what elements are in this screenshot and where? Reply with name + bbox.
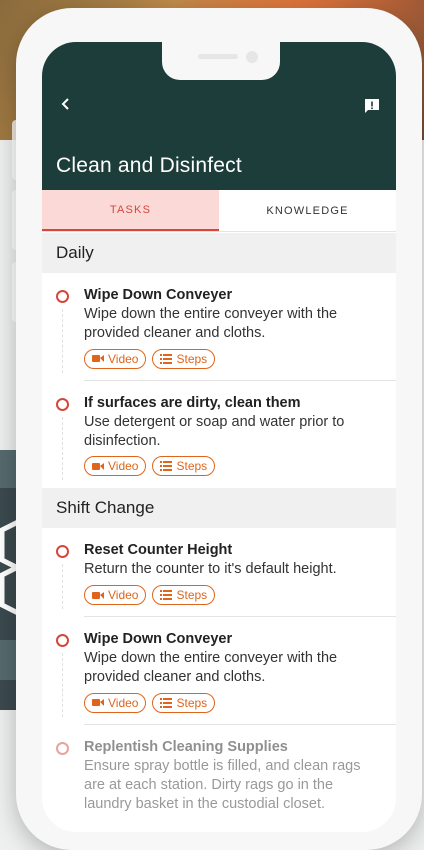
task-checkbox[interactable] <box>56 397 69 411</box>
video-chip[interactable]: Video <box>84 585 147 606</box>
video-camera-icon <box>92 591 104 599</box>
steps-label: Steps <box>176 351 208 366</box>
task-description: Return the counter to it's default heigh… <box>84 561 337 578</box>
camera <box>246 51 258 63</box>
page-title: Clean and Disinfect <box>56 154 242 177</box>
video-label: Video <box>108 351 139 366</box>
task-name: Wipe Down Conveyer <box>84 287 233 303</box>
task-checkbox[interactable] <box>56 545 69 559</box>
speaker <box>198 54 238 59</box>
task-item[interactable]: Reset Counter Height Return the counter … <box>42 528 396 618</box>
steps-label: Steps <box>176 588 208 603</box>
list-icon <box>160 697 173 708</box>
video-camera-icon <box>92 355 104 363</box>
app-screen: Clean and Disinfect TASKS KNOWLEDGE Dail… <box>42 42 396 832</box>
video-label: Video <box>108 695 139 710</box>
steps-chip[interactable]: Steps <box>152 456 216 477</box>
video-label: Video <box>108 588 139 603</box>
task-chips: Video Steps <box>84 585 382 606</box>
task-name: Wipe Down Conveyer <box>84 631 233 648</box>
steps-chip[interactable]: Steps <box>152 692 216 713</box>
phone-frame: Clean and Disinfect TASKS KNOWLEDGE Dail… <box>16 8 422 850</box>
task-description: Ensure spray bottle is filled, and clean… <box>84 757 361 812</box>
video-label: Video <box>108 459 139 474</box>
tab-knowledge[interactable]: KNOWLEDGE <box>219 190 396 231</box>
task-list: Daily Wipe Down Conveyer Wipe down the e… <box>42 233 396 825</box>
task-chips: Video Steps <box>84 692 382 713</box>
task-checkbox[interactable] <box>56 634 69 648</box>
steps-chip[interactable]: Steps <box>152 585 216 606</box>
task-description: Wipe down the entire conveyer with the p… <box>84 650 338 686</box>
video-camera-icon <box>92 699 104 707</box>
list-icon <box>160 461 173 472</box>
task-chips: Video Steps <box>84 456 382 477</box>
list-icon <box>160 590 173 601</box>
video-chip[interactable]: Video <box>84 456 147 477</box>
task-item[interactable]: Wipe Down Conveyer Wipe down the entire … <box>42 273 396 381</box>
task-description: Use detergent or soap and water prior to… <box>84 413 345 449</box>
task-chips: Video Steps <box>84 348 382 369</box>
task-item[interactable]: Replentish Cleaning Supplies Ensure spra… <box>42 725 396 826</box>
video-chip[interactable]: Video <box>84 692 147 713</box>
task-item[interactable]: Wipe Down Conveyer Wipe down the entire … <box>42 617 396 725</box>
task-name: Replentish Cleaning Supplies <box>84 738 288 755</box>
task-name: Reset Counter Height <box>84 542 233 559</box>
report-icon[interactable] <box>360 94 384 118</box>
tab-bar: TASKS KNOWLEDGE <box>42 190 396 232</box>
timeline-line <box>62 564 63 610</box>
tab-tasks[interactable]: TASKS <box>42 190 219 231</box>
video-chip[interactable]: Video <box>84 348 147 369</box>
task-checkbox[interactable] <box>56 290 69 303</box>
chevron-left-icon[interactable] <box>54 92 78 116</box>
phone-notch <box>162 42 280 80</box>
task-item[interactable]: If surfaces are dirty, clean them Use de… <box>42 381 396 489</box>
section-header-shift-change: Shift Change <box>42 488 396 529</box>
task-name: If surfaces are dirty, clean them <box>84 394 301 411</box>
task-checkbox[interactable] <box>56 741 69 755</box>
task-description: Wipe down the entire conveyer with the p… <box>84 306 338 341</box>
timeline-line <box>62 653 63 717</box>
video-camera-icon <box>92 462 104 470</box>
timeline-line <box>62 416 63 481</box>
steps-label: Steps <box>176 459 208 474</box>
list-icon <box>160 353 173 364</box>
section-header-daily: Daily <box>42 233 396 273</box>
steps-label: Steps <box>176 695 208 710</box>
steps-chip[interactable]: Steps <box>152 348 216 369</box>
timeline-line <box>62 309 63 373</box>
